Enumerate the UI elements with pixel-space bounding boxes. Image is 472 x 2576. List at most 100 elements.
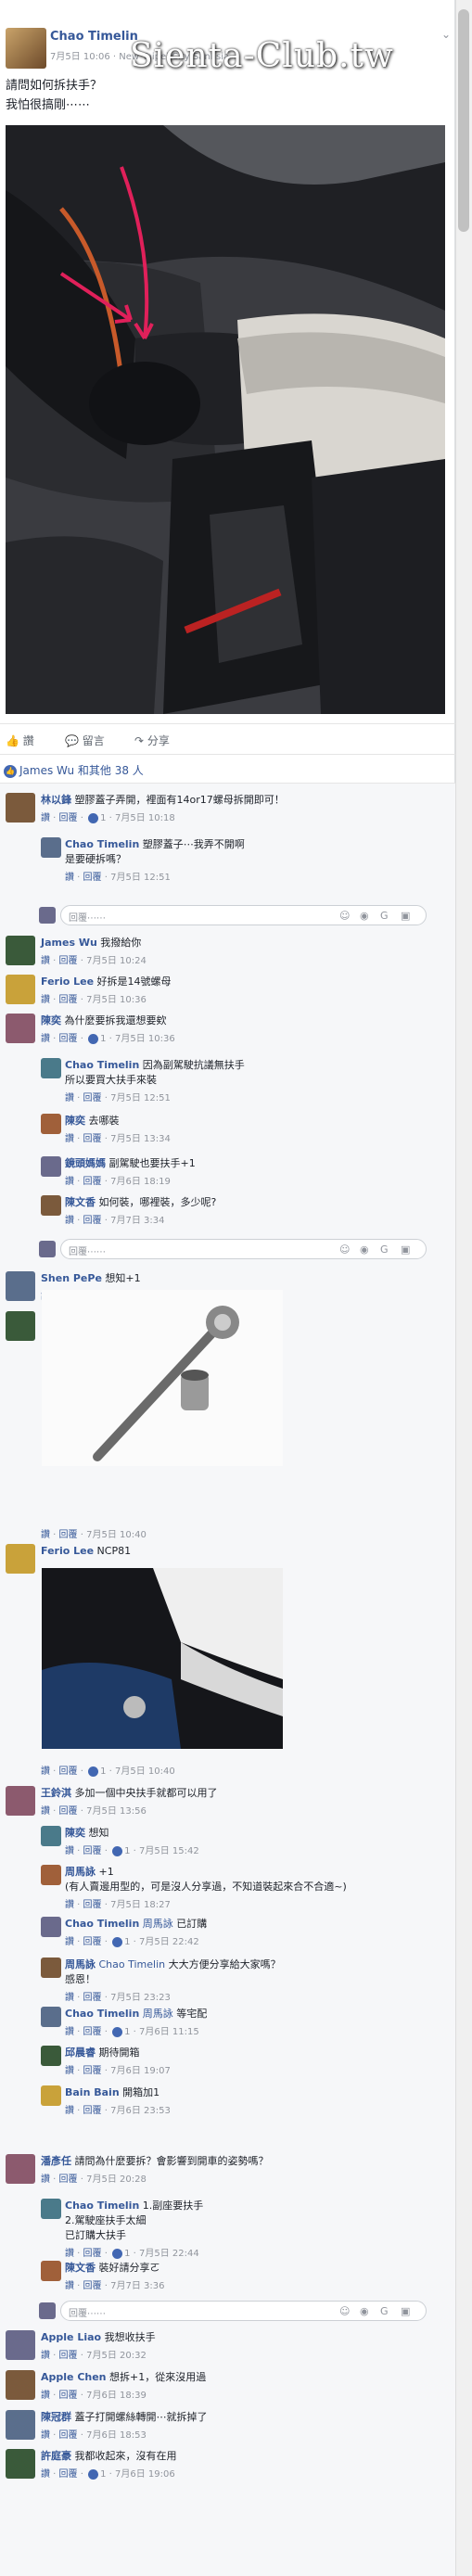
- commenter-name[interactable]: 陳奕: [41, 1014, 61, 1027]
- commenter-name[interactable]: 周馬詠: [65, 1866, 96, 1878]
- comment-reply-link[interactable]: 回覆: [83, 1216, 102, 1226]
- comment-like-link[interactable]: 讚: [65, 1216, 74, 1226]
- commenter-avatar[interactable]: [41, 1958, 61, 1978]
- emoji-icon[interactable]: ☺: [339, 910, 350, 922]
- comment-photo-wrench[interactable]: [42, 1290, 283, 1466]
- comment-time[interactable]: 7月5日 12:51: [110, 1093, 171, 1103]
- comment-like-link[interactable]: 讚: [65, 2106, 74, 2116]
- comment-time[interactable]: 7月5日 12:51: [110, 873, 171, 883]
- comment-like-link[interactable]: 讚: [65, 1177, 74, 1187]
- comment-time[interactable]: 7月6日 23:53: [110, 2106, 171, 2116]
- comment-reply-link[interactable]: 回覆: [59, 2469, 78, 2480]
- commenter-avatar[interactable]: [6, 936, 35, 965]
- comment-time[interactable]: 7月5日 13:56: [86, 1806, 147, 1817]
- commenter-avatar[interactable]: [39, 907, 56, 924]
- commenter-avatar[interactable]: [6, 2449, 35, 2479]
- commenter-avatar[interactable]: [6, 1014, 35, 1043]
- comment-like-link[interactable]: 讚: [41, 1806, 50, 1817]
- commenter-avatar[interactable]: [41, 1195, 61, 1216]
- comment-time[interactable]: 7月7日 3:34: [110, 1216, 164, 1226]
- commenter-name[interactable]: Chao Timelin: [65, 2008, 139, 2020]
- commenter-avatar[interactable]: [6, 2154, 35, 2184]
- comment-time[interactable]: 7月5日 10:36: [86, 995, 147, 1005]
- camera-icon[interactable]: ◉: [360, 910, 369, 922]
- comment-time[interactable]: 7月5日 13:34: [110, 1134, 171, 1144]
- comment-time[interactable]: 7月6日 18:19: [110, 1177, 171, 1187]
- comment-time[interactable]: 7月5日 10:24: [86, 956, 147, 966]
- commenter-name[interactable]: Ferio Lee: [41, 1545, 94, 1557]
- camera-icon[interactable]: ◉: [360, 2305, 369, 2317]
- commenter-name[interactable]: 許庭豪: [41, 2450, 71, 2462]
- chevron-down-icon[interactable]: ⌄: [441, 28, 451, 41]
- commenter-name[interactable]: 陳文香: [65, 1196, 96, 1208]
- comment-like-link[interactable]: 讚: [41, 995, 50, 1005]
- comment-like-link[interactable]: 讚: [41, 956, 50, 966]
- sticker-icon[interactable]: ▣: [401, 2305, 410, 2317]
- commenter-name[interactable]: 鏡頭媽媽: [65, 1157, 106, 1169]
- commenter-avatar[interactable]: [41, 1826, 61, 1846]
- commenter-name[interactable]: Ferio Lee: [41, 976, 94, 988]
- scrollbar[interactable]: [455, 0, 472, 2576]
- comment-like-link[interactable]: 讚: [65, 2066, 74, 2076]
- comment-reply-link[interactable]: 回覆: [83, 1900, 102, 1910]
- comment-time[interactable]: 7月6日 19:07: [110, 2066, 171, 2076]
- commenter-avatar[interactable]: [6, 2330, 35, 2360]
- like-button[interactable]: 👍 讚: [6, 733, 34, 748]
- commenter-avatar[interactable]: [6, 2370, 35, 2400]
- comment-reply-link[interactable]: 回覆: [59, 1034, 78, 1044]
- commenter-avatar[interactable]: [41, 837, 61, 858]
- comment-time[interactable]: 7月5日 20:32: [86, 2351, 147, 2361]
- comment-like-link[interactable]: 讚: [41, 1034, 50, 1044]
- likes-summary[interactable]: 👍 James Wu 和其他 38 人: [4, 762, 144, 778]
- gif-icon[interactable]: G: [380, 910, 389, 922]
- emoji-icon[interactable]: ☺: [339, 1243, 350, 1256]
- comment-like-link[interactable]: 讚: [65, 1993, 74, 2003]
- comment-time[interactable]: 7月5日 23:23: [110, 1993, 171, 2003]
- comment-reply-link[interactable]: 回覆: [59, 2351, 78, 2361]
- comment-reply-link[interactable]: 回覆: [59, 2430, 78, 2441]
- comment-time[interactable]: 7月5日 10:40: [115, 1766, 175, 1777]
- commenter-name[interactable]: 王鈴淇: [41, 1787, 71, 1799]
- commenter-avatar[interactable]: [6, 2410, 35, 2440]
- commenter-avatar[interactable]: [39, 2302, 56, 2319]
- likes-text[interactable]: James Wu 和其他 38 人: [19, 764, 144, 777]
- comment-like-link[interactable]: 讚: [65, 2027, 74, 2037]
- comment-reply-link[interactable]: 回覆: [83, 2106, 102, 2116]
- comment-time[interactable]: 7月5日 15:42: [139, 1846, 199, 1856]
- commenter-avatar[interactable]: [39, 1241, 56, 1257]
- comment-reply-link[interactable]: 回覆: [59, 1806, 78, 1817]
- tagged-name[interactable]: 周馬詠: [143, 2008, 173, 2020]
- commenter-avatar[interactable]: [6, 1311, 35, 1341]
- comment-reply-link[interactable]: 回覆: [59, 956, 78, 966]
- comment-reply-link[interactable]: 回覆: [83, 2249, 102, 2259]
- comment-reply-link[interactable]: 回覆: [59, 1766, 78, 1777]
- emoji-icon[interactable]: ☺: [339, 2305, 350, 2317]
- commenter-name[interactable]: Chao Timelin: [65, 1059, 139, 1071]
- commenter-name[interactable]: Bain Bain: [65, 2086, 120, 2098]
- comment-like-link[interactable]: 讚: [65, 1093, 74, 1103]
- reply-input[interactable]: 回覆⋯⋯ ☺ ◉ G ▣: [60, 2301, 427, 2321]
- post-photo[interactable]: [6, 125, 445, 714]
- commenter-name[interactable]: 林以鋒: [41, 794, 71, 806]
- tagged-name[interactable]: 周馬詠: [143, 1918, 173, 1930]
- commenter-name[interactable]: 潘彥任: [41, 2155, 71, 2167]
- comment-reply-link[interactable]: 回覆: [83, 1846, 102, 1856]
- sticker-icon[interactable]: ▣: [401, 1243, 410, 1256]
- comment-reply-link[interactable]: 回覆: [83, 1177, 102, 1187]
- commenter-name[interactable]: Chao Timelin: [65, 838, 139, 850]
- comment-time[interactable]: 7月6日 18:39: [86, 2391, 147, 2401]
- commenter-avatar[interactable]: [41, 2046, 61, 2066]
- comment-like-link[interactable]: 讚: [41, 1530, 50, 1540]
- commenter-avatar[interactable]: [41, 2085, 61, 2106]
- commenter-avatar[interactable]: [6, 1786, 35, 1816]
- comment-time[interactable]: 7月5日 10:40: [86, 1530, 147, 1540]
- comment-like-link[interactable]: 讚: [41, 2174, 50, 2185]
- commenter-avatar[interactable]: [6, 975, 35, 1004]
- comment-like-link[interactable]: 讚: [65, 1937, 74, 1947]
- comment-reply-link[interactable]: 回覆: [59, 995, 78, 1005]
- comment-time[interactable]: 7月5日 22:42: [139, 1937, 199, 1947]
- commenter-avatar[interactable]: [41, 1865, 61, 1885]
- comment-time[interactable]: 7月5日 10:36: [115, 1034, 175, 1044]
- sticker-icon[interactable]: ▣: [401, 910, 410, 922]
- commenter-avatar[interactable]: [41, 1917, 61, 1937]
